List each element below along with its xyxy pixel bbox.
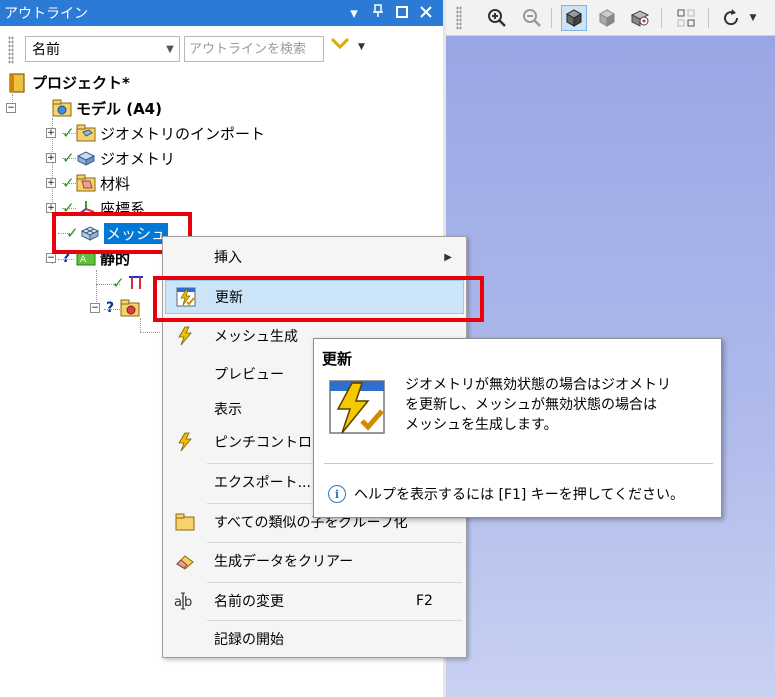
tooltip-help-text: ヘルプを表示するには [F1] キーを押してください。: [354, 487, 684, 503]
filter-type-value: 名前: [32, 42, 60, 58]
tooltip-line: ジオメトリが無効状態の場合はジオメトリ: [405, 377, 671, 393]
tree-node-geometry-import[interactable]: + ✓ ジオメトリのインポート: [46, 121, 265, 145]
svg-text:A: A: [80, 255, 87, 265]
collapse-icon[interactable]: −: [90, 303, 100, 313]
update-lightning-icon: [328, 377, 388, 437]
rotate-icon[interactable]: [718, 5, 744, 31]
outline-titlebar: アウトライン ▾: [0, 0, 443, 26]
expand-icon[interactable]: +: [46, 178, 56, 188]
shaded-view-icon[interactable]: [594, 5, 620, 31]
svg-text:b: b: [184, 595, 192, 610]
checkmark-icon: ✓: [62, 174, 75, 192]
menu-label-generate-mesh: メッシュ生成: [214, 329, 298, 345]
outline-search-input[interactable]: [184, 36, 324, 62]
menu-item-clear-data[interactable]: 生成データをクリアー: [165, 544, 464, 578]
chevron-down-icon: ▼: [166, 43, 174, 55]
tree-label-materials: 材料: [100, 174, 131, 193]
filter-options-icon[interactable]: [330, 35, 350, 55]
tree-node-project[interactable]: プロジェクト*: [8, 70, 130, 94]
geometry-import-icon: [76, 124, 96, 142]
folder-icon: [165, 505, 205, 539]
outline-filterbar: 名前 ▼ ▼: [0, 30, 443, 68]
materials-icon: [76, 174, 96, 192]
tree-node-materials[interactable]: + ✓ 材料: [46, 171, 130, 195]
info-icon: i: [328, 485, 346, 503]
tree-node-solution[interactable]: − ?: [90, 296, 144, 320]
project-book-icon: [8, 73, 28, 93]
tree-node-geometry[interactable]: + ✓ ジオメトリ: [46, 146, 175, 170]
menu-label-start-record: 記録の開始: [214, 632, 284, 648]
tree-label-model: モデル (A4): [76, 99, 162, 118]
tooltip-body: ジオメトリが無効状態の場合はジオメトリ を更新し、メッシュが無効状態の場合は メ…: [405, 375, 710, 435]
tooltip-line: を更新し、メッシュが無効状態の場合は: [405, 397, 657, 413]
submenu-arrow-icon: ▶: [444, 251, 452, 263]
menu-label-preview: プレビュー: [214, 367, 284, 383]
update-tooltip: 更新 ジオメトリが無効状態の場合はジオメトリ を更新し、メッシュが無効状態の場合…: [313, 338, 722, 518]
tooltip-help: i ヘルプを表示するには [F1] キーを押してください。: [328, 484, 684, 504]
menu-label-export: エクスポート...: [214, 475, 311, 491]
checkmark-icon: ✓: [112, 274, 125, 292]
menu-item-insert[interactable]: 挿入 ▶: [165, 240, 464, 274]
toolbar-grip[interactable]: [456, 6, 462, 30]
solid-view-icon[interactable]: [561, 5, 587, 31]
zoom-out-icon[interactable]: [519, 5, 545, 31]
zoom-in-icon[interactable]: [484, 5, 510, 31]
question-mark-icon: ?: [106, 300, 115, 316]
tooltip-line: メッシュを生成します。: [405, 417, 558, 433]
shortcut-rename: F2: [416, 593, 433, 609]
expand-icon[interactable]: +: [46, 128, 56, 138]
tooltip-title: 更新: [322, 350, 353, 368]
eraser-icon: [165, 544, 205, 578]
tree-label-geometry: ジオメトリ: [100, 149, 176, 168]
outline-title: アウトライン: [4, 6, 88, 22]
close-icon[interactable]: [419, 4, 433, 22]
checkmark-icon: ✓: [62, 124, 75, 142]
expand-icon[interactable]: +: [46, 153, 56, 163]
geometry-icon: [76, 149, 96, 167]
menu-label-clear-data: 生成データをクリアー: [214, 554, 354, 570]
toolbar-grip[interactable]: [8, 36, 14, 64]
section-view-icon[interactable]: [627, 5, 653, 31]
highlight-box-update: [153, 276, 484, 322]
lightning-icon: [165, 425, 205, 459]
collapse-icon[interactable]: −: [6, 103, 16, 113]
analysis-settings-icon: [126, 274, 146, 292]
tree-node-model[interactable]: − モデル (A4): [6, 96, 162, 120]
tree-label-project: プロジェクト*: [32, 73, 130, 92]
menu-label-pinch-control: ピンチコントロー: [214, 435, 326, 451]
menu-label-show: 表示: [214, 402, 242, 418]
tree-label-geometry-import: ジオメトリのインポート: [100, 124, 266, 143]
solution-icon: [120, 299, 140, 317]
menu-label-insert: 挿入: [214, 250, 242, 266]
svg-text:a: a: [174, 595, 182, 610]
rotate-dropdown-icon[interactable]: ▼: [746, 5, 760, 31]
overflow-dropdown-icon[interactable]: ▼: [358, 42, 365, 52]
checkmark-icon: ✓: [62, 149, 75, 167]
model-icon: [52, 99, 72, 117]
collapse-icon[interactable]: −: [46, 253, 56, 263]
lightning-icon: [165, 319, 205, 353]
viewport-toolbar: ▼: [446, 0, 775, 36]
tree-node-analysis-settings[interactable]: ✓: [112, 271, 150, 295]
maximize-icon[interactable]: [395, 4, 409, 22]
grid-layout-icon[interactable]: [673, 5, 699, 31]
pin-icon[interactable]: [371, 4, 385, 22]
menu-item-start-record[interactable]: 記録の開始: [165, 622, 464, 656]
filter-type-dropdown[interactable]: 名前 ▼: [25, 36, 180, 62]
menu-label-rename: 名前の変更: [214, 594, 284, 610]
rename-icon: ab: [165, 584, 205, 618]
dropdown-arrow-icon[interactable]: ▾: [347, 4, 361, 22]
menu-item-rename[interactable]: ab 名前の変更 F2: [165, 584, 464, 618]
